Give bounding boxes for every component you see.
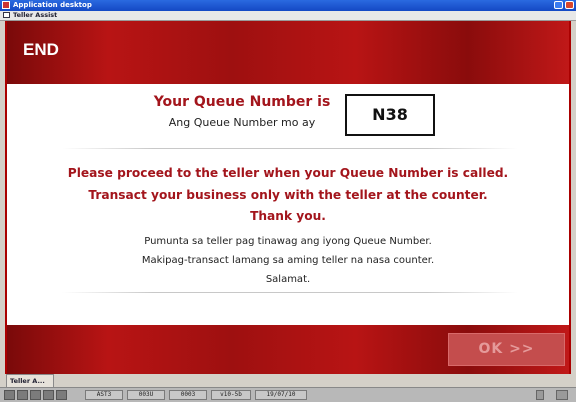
footer-banner: OK >> — [7, 325, 569, 374]
status-field: 0003 — [169, 390, 207, 400]
queue-number: N38 — [345, 94, 435, 136]
status-indicator — [43, 390, 54, 400]
message-en-line2: Transact your business only with the tel… — [88, 188, 488, 202]
window-title: Application desktop — [13, 1, 92, 9]
message-en-line3: Thank you. — [250, 209, 326, 223]
queue-heading: Your Queue Number is — [153, 94, 331, 110]
title-bar: Application desktop — [0, 0, 576, 11]
teller-assist-panel: END Your Queue Number is Ang Queue Numbe… — [5, 21, 571, 374]
close-icon[interactable] — [565, 1, 574, 9]
message-en-line1: Please proceed to the teller when your Q… — [67, 166, 509, 180]
status-field: v10-5b — [211, 390, 251, 400]
queue-subheading: Ang Queue Number mo ay — [168, 116, 316, 129]
window-icon — [3, 12, 10, 18]
status-indicator — [536, 390, 544, 400]
app-icon — [2, 1, 10, 9]
page-title: END — [23, 40, 59, 59]
ok-button[interactable]: OK >> — [448, 333, 565, 366]
divider — [62, 292, 518, 293]
inner-window-title: Teller Assist — [13, 11, 58, 19]
status-bar: AST3 003U 0003 v10-5b 19/07/10 — [0, 387, 576, 402]
taskbar-tab-teller-assist[interactable]: Teller A... — [6, 374, 54, 387]
restore-icon[interactable] — [554, 1, 563, 9]
status-indicator — [30, 390, 41, 400]
message-fil-line1: Pumunta sa teller pag tinawag ang iyong … — [144, 236, 432, 247]
divider — [62, 148, 518, 149]
window-tab-row: Teller A... — [0, 374, 576, 387]
status-indicator — [4, 390, 15, 400]
message-fil-line3: Salamat. — [265, 274, 311, 285]
status-indicator — [556, 390, 568, 400]
status-field: 19/07/10 — [255, 390, 307, 400]
status-field: AST3 — [85, 390, 123, 400]
header-banner: END — [7, 21, 569, 84]
inner-title-bar: Teller Assist — [0, 11, 576, 21]
status-indicator — [17, 390, 28, 400]
message-fil-line2: Makipag-transact lamang sa aming teller … — [141, 255, 435, 266]
status-field: 003U — [127, 390, 165, 400]
status-indicator — [56, 390, 67, 400]
